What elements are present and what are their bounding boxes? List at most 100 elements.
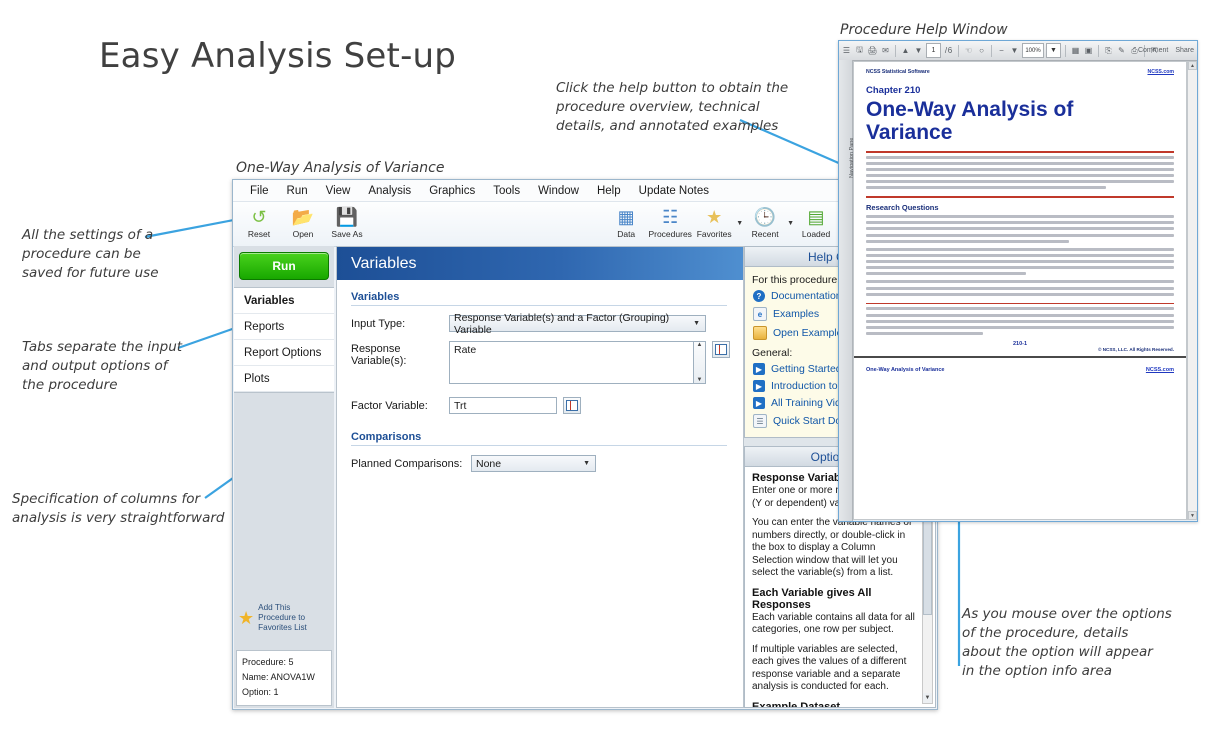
pdf-zoom-level[interactable]: 100% [1022,43,1044,58]
toolbar-data-label: Data [604,229,648,239]
procedure-option: Option: 1 [242,685,326,700]
callout-option-info: As you mouse over the options of the pro… [962,605,1212,681]
procedure-name: Name: ANOVA1W [242,670,326,685]
toolbar-data-button[interactable]: ▦ Data [604,204,648,239]
field-row-input-type: Input Type: Response Variable(s) and a F… [351,315,743,332]
tab-plots[interactable]: Plots [234,366,334,392]
tab-report-options[interactable]: Report Options [234,340,334,366]
scroll-up-icon[interactable]: ▲ [697,342,703,348]
toolbar-loaded-button[interactable]: ▤ Loaded [794,204,838,239]
pdf-pan-tool-icon[interactable]: ○ [976,44,987,57]
pdf-next-page-header: One-Way Analysis of Variance NCSS.com [854,362,1186,373]
pdf-footer-link[interactable]: NCSS.com [1146,367,1174,373]
menu-item-tools[interactable]: Tools [484,183,529,199]
option-info-text-1: You can enter the variable names or numb… [752,517,919,580]
menu-item-view[interactable]: View [317,183,360,199]
scroll-down-icon[interactable]: ▼ [697,377,703,383]
menu-item-graphics[interactable]: Graphics [420,183,484,199]
pdf-select-tool-icon[interactable]: ☜ [963,44,974,57]
run-button[interactable]: Run [239,252,329,280]
pdf-sidebar-toggle-icon[interactable]: ☰ [841,44,852,57]
menu-item-run[interactable]: Run [278,183,317,199]
toolbar-recent-button[interactable]: 🕒 Recent [743,204,787,239]
factor-column-select-button[interactable] [563,397,581,414]
procedure-number: Procedure: 5 [242,655,326,670]
pdf-page-number-field[interactable]: 1 [926,43,941,58]
tab-variables[interactable]: Variables [234,288,334,314]
toolbar-procedures-button[interactable]: ☷ Procedures [648,204,692,239]
pdf-chapter: Chapter 210 [866,85,1186,96]
pdf-rotate-icon[interactable]: ⎘ [1103,44,1114,57]
pdf-zoom-out-icon[interactable]: − [996,44,1007,57]
pdf-footer-copyright: © NCSS, LLC. All Rights Reserved. [854,347,1186,352]
toolbar-reset-button[interactable]: ↺ Reset [237,204,281,239]
pdf-navigation-pane[interactable]: Navigation Pane [839,60,853,521]
menu-item-analysis[interactable]: Analysis [359,183,420,199]
pdf-scrollbar[interactable]: ▲ ▼ [1187,61,1197,520]
section-heading-comparisons: Comparisons [351,431,743,443]
pdf-page-content: NCSS Statistical Software NCSS.com Chapt… [853,61,1187,520]
toolbar-procedures-label: Procedures [648,229,692,239]
response-variables-scrollbar[interactable]: ▲ ▼ [694,341,706,384]
favorites-caret-icon[interactable]: ▼ [736,220,743,239]
pdf-separator-2 [958,45,959,57]
menu-item-update-notes[interactable]: Update Notes [630,183,718,199]
response-column-select-button[interactable] [712,341,730,358]
pdf-page-break [854,356,1186,358]
toolbar-favorites-button[interactable]: ★ Favorites [692,204,736,239]
pdf-zoom-dropdown-icon[interactable]: ▼ [1046,43,1061,58]
pdf-fit-page-icon[interactable]: ▦ [1070,44,1081,57]
ncss-procedure-window: File Run View Analysis Graphics Tools Wi… [232,179,938,710]
example-doc-icon: e [753,307,767,321]
pdf-comment-button[interactable]: Comment [1138,47,1168,54]
label-input-type: Input Type: [351,318,449,330]
menu-item-file[interactable]: File [241,183,278,199]
star-icon: ★ [692,205,736,229]
main-options-panel: Variables Variables Input Type: Response… [336,246,744,708]
pdf-fit-width-icon[interactable]: ▣ [1083,44,1094,57]
data-grid-icon: ▦ [604,205,648,229]
scroll-down-icon[interactable]: ▼ [923,693,932,703]
toolbar-save-as-button[interactable]: 💾 Save As [325,204,369,239]
scroll-down-icon[interactable]: ▼ [1188,511,1197,520]
chevron-down-icon: ▼ [693,320,700,327]
pdf-separator-3 [991,45,992,57]
pdf-email-icon[interactable]: ✉ [880,44,891,57]
toolbar-open-button[interactable]: 📂 Open [281,204,325,239]
column-select-icon [566,400,578,411]
pdf-header-link[interactable]: NCSS.com [1147,69,1174,75]
tool-bar: ▶ ? ▲ ↺ Reset 📂 Open 💾 Save As ▦ Data [233,202,937,247]
panel-header: Variables [337,247,743,280]
toolbar-open-label: Open [281,229,325,239]
video-play-icon: ▶ [753,380,765,392]
field-row-planned-comparisons: Planned Comparisons: None ▼ [351,455,743,472]
input-type-combo[interactable]: Response Variable(s) and a Factor (Group… [449,315,706,332]
menu-bar: File Run View Analysis Graphics Tools Wi… [233,180,937,202]
menu-item-window[interactable]: Window [529,183,588,199]
callout-columns: Specification of columns for analysis is… [12,490,237,528]
menu-item-help[interactable]: Help [588,183,630,199]
procedures-window-icon: ☷ [648,205,692,229]
folder-icon [753,326,767,340]
pdf-zoom-in-icon[interactable]: ▼ [1009,44,1020,57]
factor-variable-input[interactable]: Trt [449,397,557,414]
recent-caret-icon[interactable]: ▼ [787,220,794,239]
pdf-rule-3 [866,303,1174,305]
label-response-variables: Response Variable(s): [351,341,449,367]
pdf-sign-icon[interactable]: ✎ [1116,44,1127,57]
pdf-print-icon[interactable]: 🖨 [867,44,878,57]
pdf-footer-title: One-Way Analysis of Variance [866,367,944,373]
scroll-up-icon[interactable]: ▲ [1188,61,1197,70]
pdf-save-icon[interactable]: 🖫 [854,44,865,57]
option-info-heading-4: Example Dataset [752,701,919,709]
pdf-share-button[interactable]: Share [1175,47,1194,54]
response-variables-input[interactable]: Rate [449,341,694,384]
tab-reports[interactable]: Reports [234,314,334,340]
pdf-header-left: NCSS Statistical Software [866,69,930,75]
pdf-page-up-icon[interactable]: ▲ [900,44,911,57]
pdf-page-down-icon[interactable]: ▼ [913,44,924,57]
add-to-favorites-button[interactable]: ★ Add This Procedure to Favorites List [234,592,334,644]
callout-save-settings: All the settings of a procedure can be s… [22,226,207,283]
planned-comparisons-combo[interactable]: None ▼ [471,455,596,472]
option-info-heading-2: Each Variable gives All Responses [752,587,919,611]
